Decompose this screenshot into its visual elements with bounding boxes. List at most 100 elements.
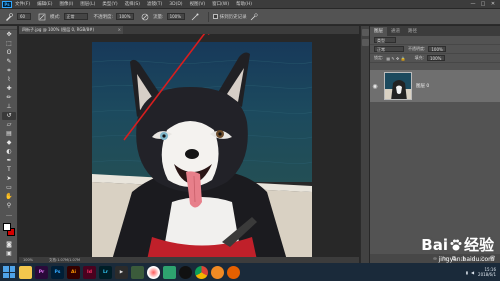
opacity-input[interactable]: 100% xyxy=(116,13,135,20)
clock-date: 2018/6/1 xyxy=(478,272,496,277)
lock-icons[interactable]: ▦ ✎ ✥ 🔒 xyxy=(386,56,405,61)
menu-window[interactable]: 窗口(W) xyxy=(212,1,229,7)
dodge-tool-icon[interactable]: ◐ xyxy=(2,148,16,156)
marquee-tool-icon[interactable]: ⬚ xyxy=(2,40,16,48)
app-logo: Ps xyxy=(2,0,12,8)
start-button-icon[interactable] xyxy=(3,266,15,278)
volume-icon[interactable]: ◀ xyxy=(471,270,474,275)
taskbar-illustrator-icon[interactable]: Ai xyxy=(67,265,80,279)
properties-panel-icon[interactable] xyxy=(362,39,369,46)
taskbar-media-icon[interactable]: ▶ xyxy=(115,265,128,279)
taskbar-ball-icon[interactable] xyxy=(147,265,160,279)
fill-label: 填充: xyxy=(414,55,424,60)
taskbar-browser-icon[interactable] xyxy=(211,265,224,279)
history-brush-tool-icon[interactable]: ↺ xyxy=(2,112,16,120)
layer-name[interactable]: 图层 0 xyxy=(416,83,429,89)
collapsed-panel-strip xyxy=(360,26,369,263)
mode-select[interactable]: 正常 xyxy=(63,13,88,20)
clock[interactable]: 15:16 2018/6/1 xyxy=(478,267,496,277)
quick-mask-icon[interactable]: ◙ xyxy=(2,241,16,249)
menu-image[interactable]: 图像(I) xyxy=(59,1,73,7)
mode-label: 模式: xyxy=(50,14,61,20)
blend-mode-select[interactable]: 正常 xyxy=(374,46,404,52)
menu-layer[interactable]: 图层(L) xyxy=(80,1,95,7)
taskbar-qq-icon[interactable] xyxy=(179,265,192,279)
taskbar-chrome-icon[interactable] xyxy=(195,265,208,279)
tab-paths[interactable]: 路径 xyxy=(404,27,421,36)
menu-filter[interactable]: 滤镜(T) xyxy=(147,1,162,7)
taskbar-file-explorer-icon[interactable] xyxy=(19,265,32,279)
menu-file[interactable]: 文件(F) xyxy=(15,1,30,7)
taskbar-image-viewer-icon[interactable] xyxy=(131,265,144,279)
brush-size-picker[interactable]: 60 xyxy=(17,13,31,20)
minimize-button[interactable]: — xyxy=(468,1,478,7)
more-tools-icon[interactable]: … xyxy=(2,211,16,219)
document-tab-bar: 四街子.jpg @ 100% (图层 0, RGB/8#) × xyxy=(19,26,359,34)
taskbar-cube-icon[interactable] xyxy=(163,265,176,279)
healing-brush-tool-icon[interactable]: ✚ xyxy=(2,85,16,93)
type-tool-icon[interactable]: T xyxy=(2,166,16,174)
opacity-label: 不透明度: xyxy=(93,14,114,20)
separator xyxy=(207,11,209,22)
blur-tool-icon[interactable]: ◆ xyxy=(2,139,16,147)
eyedropper-tool-icon[interactable]: ⌇ xyxy=(2,76,16,84)
tab-layers[interactable]: 图层 xyxy=(370,27,387,36)
gradient-tool-icon[interactable]: ▤ xyxy=(2,130,16,138)
layer-opacity-label: 不透明度: xyxy=(408,46,426,51)
menu-help[interactable]: 帮助(H) xyxy=(236,1,252,7)
brush-panel-icon[interactable] xyxy=(37,12,46,21)
lock-label: 锁定: xyxy=(374,55,384,60)
tab-channels[interactable]: 通道 xyxy=(387,27,404,36)
network-icon[interactable]: ▮ xyxy=(466,270,468,275)
taskbar-indesign-icon[interactable]: Id xyxy=(83,265,96,279)
path-select-tool-icon[interactable]: ➤ xyxy=(2,175,16,183)
foreground-color-swatch[interactable] xyxy=(3,223,11,231)
history-checkbox[interactable] xyxy=(212,14,218,19)
crop-tool-icon[interactable]: ⌗ xyxy=(2,67,16,75)
fill-input[interactable]: 100% xyxy=(427,55,445,61)
hand-tool-icon[interactable]: ✋ xyxy=(2,193,16,201)
menu-3d[interactable]: 3D(D) xyxy=(169,2,182,7)
clone-stamp-tool-icon[interactable]: ⊥ xyxy=(2,103,16,111)
move-tool-icon[interactable]: ✥ xyxy=(2,31,16,39)
menu-edit[interactable]: 编辑(E) xyxy=(37,1,52,7)
pen-tool-icon[interactable]: ✒ xyxy=(2,157,16,165)
maximize-button[interactable]: □ xyxy=(478,1,488,7)
brush-tool-icon[interactable]: ✏ xyxy=(2,94,16,102)
quick-select-tool-icon[interactable]: ✎ xyxy=(2,58,16,66)
canvas-workspace[interactable] xyxy=(19,34,359,260)
layer-row[interactable]: ◉ 图层 0 xyxy=(370,70,500,102)
history-brush-tool-icon[interactable] xyxy=(4,12,13,21)
paw-icon xyxy=(450,239,462,250)
menu-bar: Ps 文件(F) 编辑(E) 图像(I) 图层(L) 类型(Y) 选择(S) 滤… xyxy=(0,0,500,8)
menu-select[interactable]: 选择(S) xyxy=(125,1,140,7)
menu-type[interactable]: 类型(Y) xyxy=(102,1,117,7)
taskbar-photoshop-icon[interactable]: Ps xyxy=(51,265,64,279)
eraser-tool-icon[interactable]: ▱ xyxy=(2,121,16,129)
taskbar-premiere-icon[interactable]: Pr xyxy=(35,265,48,279)
visibility-eye-icon[interactable]: ◉ xyxy=(370,83,380,90)
watermark-text-right: 经验 xyxy=(463,236,494,254)
toolbox-grip[interactable] xyxy=(0,26,17,30)
zoom-tool-icon[interactable]: ⚲ xyxy=(2,202,16,210)
history-panel-icon[interactable] xyxy=(362,29,369,36)
pressure-opacity-icon[interactable] xyxy=(140,12,149,21)
taskbar-firefox-icon[interactable] xyxy=(227,265,240,279)
flow-input[interactable]: 100% xyxy=(166,13,185,20)
layer-kind-filter[interactable]: 类型 xyxy=(374,37,396,43)
airbrush-icon[interactable] xyxy=(191,12,200,21)
screen-mode-icon[interactable]: ▣ xyxy=(2,250,16,258)
close-button[interactable]: ✕ xyxy=(488,1,498,7)
lasso-tool-icon[interactable]: ʘ xyxy=(2,49,16,57)
baidu-watermark: Bai 经验 jingyan.baidu.com xyxy=(421,234,494,264)
taskbar-lightroom-icon[interactable]: Lr xyxy=(99,265,112,279)
window-controls: — □ ✕ xyxy=(468,0,498,8)
shape-tool-icon[interactable]: ▭ xyxy=(2,184,16,192)
taskbar: Pr Ps Ai Id Lr ▶ ▮ ◀ 15:16 2018/6/1 xyxy=(0,263,500,281)
layer-opacity-input[interactable]: 100% xyxy=(428,46,447,52)
pressure-size-icon[interactable] xyxy=(250,12,259,21)
document-tab[interactable]: 四街子.jpg @ 100% (图层 0, RGB/8#) × xyxy=(19,26,123,34)
menu-view[interactable]: 视图(V) xyxy=(190,1,206,7)
system-tray: ▮ ◀ 15:16 2018/6/1 xyxy=(466,263,496,281)
close-tab-icon[interactable]: × xyxy=(118,26,121,34)
